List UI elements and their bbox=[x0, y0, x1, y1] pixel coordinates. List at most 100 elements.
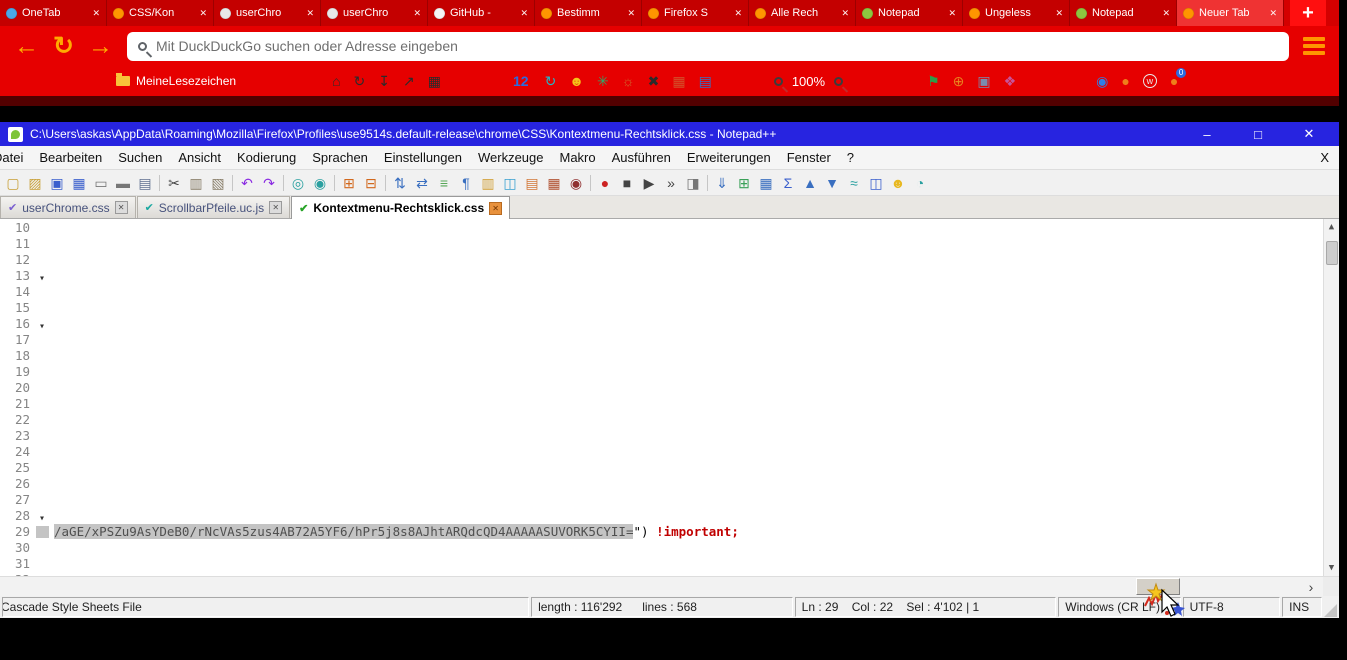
wave-icon[interactable]: ≈ bbox=[843, 176, 865, 190]
resize-grip[interactable] bbox=[1324, 604, 1337, 617]
grid-view-icon[interactable]: ▦ bbox=[755, 176, 777, 190]
document-tab-close-icon[interactable]: ✕ bbox=[115, 201, 128, 214]
scroll-up-icon[interactable]: ▲ bbox=[1324, 219, 1339, 235]
new-tab-button[interactable]: + bbox=[1290, 0, 1326, 26]
menu-makro[interactable]: Makro bbox=[552, 150, 604, 165]
smiley-icon[interactable]: ☻ bbox=[569, 74, 584, 88]
pin-icon[interactable]: ◉ bbox=[1096, 74, 1108, 88]
menu-kodierung[interactable]: Kodierung bbox=[229, 150, 304, 165]
browser-tab[interactable]: GitHub - ✕ bbox=[428, 0, 535, 26]
tab-close-icon[interactable]: ✕ bbox=[520, 8, 528, 19]
tab-close-icon[interactable]: ✕ bbox=[948, 8, 956, 19]
table-icon[interactable]: ⊞ bbox=[733, 176, 755, 190]
tab-close-icon[interactable]: ✕ bbox=[199, 8, 207, 19]
browser-tab[interactable]: Alle Rech✕ bbox=[749, 0, 856, 26]
send-icon[interactable]: ↗ bbox=[403, 74, 415, 88]
compare-icon[interactable]: ◫ bbox=[865, 176, 887, 190]
menu-fenster[interactable]: Fenster bbox=[779, 150, 839, 165]
menu-werkzeuge[interactable]: Werkzeuge bbox=[470, 150, 552, 165]
colorgrid-icon[interactable]: ▦ bbox=[672, 74, 685, 88]
sync-vertical-icon[interactable]: ⇅ bbox=[389, 176, 411, 190]
menu-suchen[interactable]: Suchen bbox=[110, 150, 170, 165]
reload-icon[interactable]: ↻ bbox=[354, 74, 366, 88]
print-icon[interactable]: ▤ bbox=[134, 176, 156, 190]
redo-icon[interactable]: ↷ bbox=[258, 176, 280, 190]
record-macro-icon[interactable]: ● bbox=[594, 176, 616, 190]
save-all-icon[interactable]: ▦ bbox=[68, 176, 90, 190]
sort-desc-icon[interactable]: ▼ bbox=[821, 176, 843, 190]
title-bar[interactable]: C:\Users\askas\AppData\Roaming\Mozilla\F… bbox=[0, 122, 1339, 146]
menu-einstellungen[interactable]: Einstellungen bbox=[376, 150, 470, 165]
sync-icon[interactable]: ↻ bbox=[545, 74, 557, 88]
menu-datei[interactable]: Datei bbox=[0, 150, 31, 165]
browser-tab[interactable]: Notepad✕ bbox=[1070, 0, 1177, 26]
browser-tab[interactable]: Neuer Tab✕ bbox=[1177, 0, 1284, 26]
replace-icon[interactable]: ◉ bbox=[309, 176, 331, 190]
stop-macro-icon[interactable]: ■ bbox=[616, 176, 638, 190]
show-symbols-icon[interactable]: ¶ bbox=[455, 176, 477, 190]
menu-erweiterungen[interactable]: Erweiterungen bbox=[679, 150, 779, 165]
browser-tab[interactable]: Notepad✕ bbox=[856, 0, 963, 26]
menu-sprachen[interactable]: Sprachen bbox=[304, 150, 376, 165]
sort-asc-icon[interactable]: ▲ bbox=[799, 176, 821, 190]
tab-counter-badge[interactable]: 12 bbox=[513, 73, 529, 89]
new-file-icon[interactable]: ▢ bbox=[2, 176, 24, 190]
tab-close-icon[interactable]: ✕ bbox=[734, 8, 742, 19]
menu-bearbeiten[interactable]: Bearbeiten bbox=[31, 150, 110, 165]
clock-icon[interactable]: ◔ bbox=[909, 176, 931, 190]
indent-guide-icon[interactable]: ▥ bbox=[477, 176, 499, 190]
tab-close-icon[interactable]: ✕ bbox=[1055, 8, 1063, 19]
browser-tab[interactable]: Firefox S✕ bbox=[642, 0, 749, 26]
doc-map-icon[interactable]: ◫ bbox=[499, 176, 521, 190]
vertical-scrollbar[interactable]: ▲ ▼ bbox=[1323, 219, 1339, 576]
gear-icon[interactable]: ☼ bbox=[622, 74, 635, 88]
browser-tab[interactable]: userChro✕ bbox=[214, 0, 321, 26]
url-bar[interactable]: Mit DuckDuckGo suchen oder Adresse einge… bbox=[127, 32, 1289, 61]
browser-tab[interactable]: Ungeless✕ bbox=[963, 0, 1070, 26]
import-icon[interactable]: ⇓ bbox=[711, 176, 733, 190]
tab-close-icon[interactable]: ✕ bbox=[627, 8, 635, 19]
browser-tab[interactable]: userChro✕ bbox=[321, 0, 428, 26]
copy-icon[interactable]: ▥ bbox=[185, 176, 207, 190]
editor[interactable]: 10111213▾141516▾171819202122232425262728… bbox=[0, 219, 1339, 576]
scroll-right-icon[interactable]: › bbox=[1303, 577, 1319, 596]
folder-workspace-icon[interactable]: ▦ bbox=[543, 176, 565, 190]
undo-icon[interactable]: ↶ bbox=[236, 176, 258, 190]
browser-tab[interactable]: OneTab✕ bbox=[0, 0, 107, 26]
tab-close-icon[interactable]: ✕ bbox=[1269, 8, 1277, 19]
grid-icon[interactable]: ▦ bbox=[428, 74, 441, 88]
forward-button[interactable]: → bbox=[88, 34, 113, 59]
fold-arrow-icon[interactable]: ▾ bbox=[39, 273, 45, 284]
home-icon[interactable]: ⌂ bbox=[332, 74, 340, 88]
monitoring-icon[interactable]: ◉ bbox=[565, 176, 587, 190]
floppy-icon[interactable]: ▣ bbox=[977, 74, 990, 88]
tab-close-icon[interactable]: ✕ bbox=[413, 8, 421, 19]
starburst-icon[interactable]: ✳ bbox=[597, 74, 609, 88]
notes-icon[interactable]: ▤ bbox=[699, 74, 712, 88]
tab-close-icon[interactable]: ✕ bbox=[1162, 8, 1170, 19]
browser-tab[interactable]: Bestimm✕ bbox=[535, 0, 642, 26]
bell-icon[interactable]: ●0 bbox=[1170, 74, 1178, 88]
function-list-icon[interactable]: ▤ bbox=[521, 176, 543, 190]
document-tab[interactable]: ✔userChrome.css✕ bbox=[0, 196, 136, 218]
document-tab[interactable]: ✔ScrollbarPfeile.uc.js✕ bbox=[137, 196, 291, 218]
find-icon[interactable]: ◎ bbox=[287, 176, 309, 190]
vscroll-thumb[interactable] bbox=[1326, 241, 1338, 265]
globe-icon[interactable]: ⊕ bbox=[953, 74, 965, 88]
document-tab[interactable]: ✔Kontextmenu-Rechtsklick.css✕ bbox=[291, 196, 510, 219]
tab-close-icon[interactable]: ✕ bbox=[92, 8, 100, 19]
open-file-icon[interactable]: ▨ bbox=[24, 176, 46, 190]
wiki-icon[interactable]: w bbox=[1143, 74, 1157, 88]
save-icon[interactable]: ▣ bbox=[46, 176, 68, 190]
scroll-down-icon[interactable]: ▼ bbox=[1324, 560, 1339, 576]
ball-icon[interactable]: ● bbox=[1121, 74, 1129, 88]
back-button[interactable]: ← bbox=[14, 34, 39, 59]
paste-icon[interactable]: ▧ bbox=[207, 176, 229, 190]
browser-tab[interactable]: CSS/Kon✕ bbox=[107, 0, 214, 26]
menu-ansicht[interactable]: Ansicht bbox=[170, 150, 229, 165]
emoticon-icon[interactable]: ☻ bbox=[887, 176, 909, 190]
cut-icon[interactable]: ✂ bbox=[163, 176, 185, 190]
zoom-in-icon[interactable] bbox=[834, 77, 843, 86]
menu-?[interactable]: ? bbox=[839, 150, 862, 165]
flag-icon[interactable]: ⚑ bbox=[927, 74, 940, 88]
